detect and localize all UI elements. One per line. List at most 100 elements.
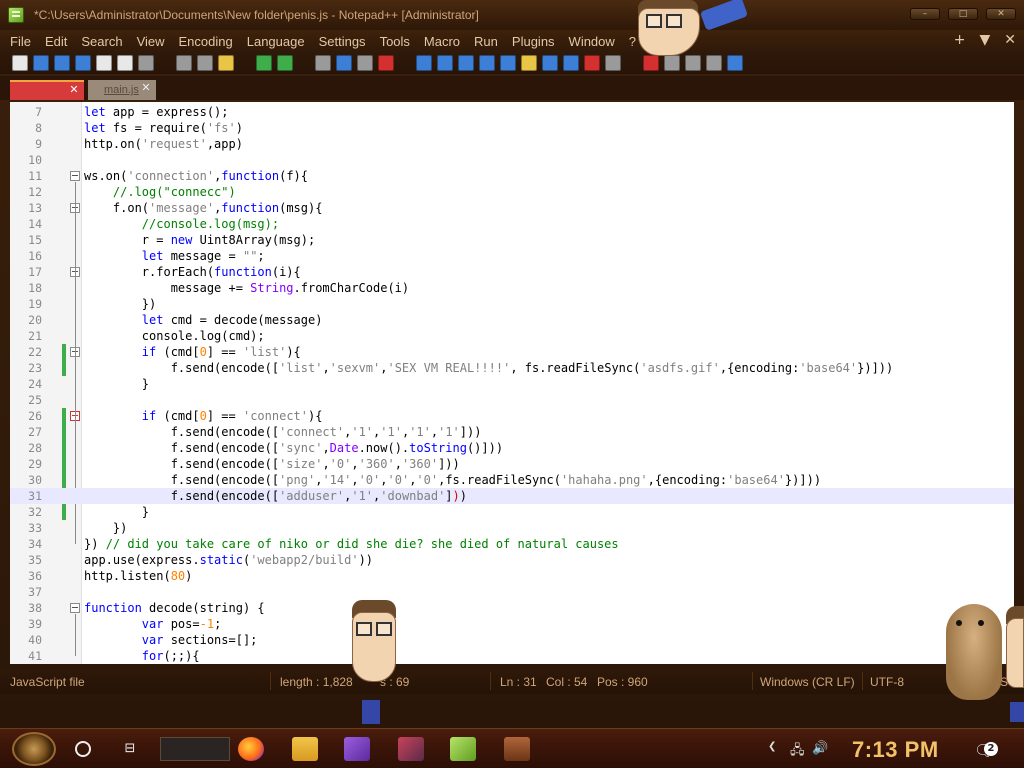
maximize-button[interactable]: □: [948, 8, 978, 20]
notepad-plus-plus-taskbar-icon[interactable]: [450, 737, 476, 761]
code-line[interactable]: 34}) // did you take care of niko or did…: [10, 536, 1014, 552]
visual-studio-icon[interactable]: [344, 737, 370, 761]
code-line[interactable]: 37: [10, 584, 1014, 600]
code-line[interactable]: 19 }): [10, 296, 1014, 312]
menu-macro[interactable]: Macro: [424, 34, 460, 49]
menu-settings[interactable]: Settings: [319, 34, 366, 49]
code-line[interactable]: 24 }: [10, 376, 1014, 392]
code-line[interactable]: 12 //.log("connecc"): [10, 184, 1014, 200]
folder-workspace-icon[interactable]: [584, 55, 600, 71]
doc-map-icon[interactable]: [542, 55, 558, 71]
game-app-icon[interactable]: [398, 737, 424, 761]
minimize-button[interactable]: –: [910, 8, 940, 20]
menu-search[interactable]: Search: [81, 34, 122, 49]
code-line[interactable]: 29 f.send(encode(['size','0','360','360'…: [10, 456, 1014, 472]
code-line[interactable]: 38 function decode(string) {: [10, 600, 1014, 616]
calculator-app-icon[interactable]: [504, 737, 530, 761]
copy-icon[interactable]: [197, 55, 213, 71]
tab-list-button[interactable]: ▼: [979, 32, 990, 48]
code-line[interactable]: 15 r = new Uint8Array(msg);: [10, 232, 1014, 248]
redo-icon[interactable]: [277, 55, 293, 71]
code-line[interactable]: 16 let message = "";: [10, 248, 1014, 264]
sync-h-icon[interactable]: [437, 55, 453, 71]
replace-icon[interactable]: [336, 55, 352, 71]
menu-file[interactable]: File: [10, 34, 31, 49]
code-line[interactable]: 10: [10, 152, 1014, 168]
sync-v-icon[interactable]: [416, 55, 432, 71]
tab-close-icon[interactable]: ✕: [68, 85, 80, 97]
new-tab-button[interactable]: +: [954, 32, 966, 48]
code-line[interactable]: 7 let app = express();: [10, 104, 1014, 120]
code-line[interactable]: 18 message += String.fromCharCode(i): [10, 280, 1014, 296]
code-line[interactable]: 17 r.forEach(function(i){: [10, 264, 1014, 280]
menu-view[interactable]: View: [137, 34, 165, 49]
close-button[interactable]: ✕: [986, 8, 1016, 20]
firefox-icon[interactable]: [238, 737, 264, 761]
cut-icon[interactable]: [176, 55, 192, 71]
menu-edit[interactable]: Edit: [45, 34, 67, 49]
code-line[interactable]: 33 }): [10, 520, 1014, 536]
code-line[interactable]: 14 //console.log(msg);: [10, 216, 1014, 232]
tray-expand-icon[interactable]: ❮: [768, 741, 776, 752]
close-icon[interactable]: [96, 55, 112, 71]
udl-icon[interactable]: [521, 55, 537, 71]
paste-icon[interactable]: [218, 55, 234, 71]
code-line[interactable]: 31 f.send(encode(['adduser','1','downbad…: [10, 488, 1014, 504]
code-line[interactable]: 41 for(;;){: [10, 648, 1014, 664]
zoom-out-icon[interactable]: [378, 55, 394, 71]
menu-language[interactable]: Language: [247, 34, 305, 49]
code-line[interactable]: 32 }: [10, 504, 1014, 520]
taskbar-clock[interactable]: 7:13 PM: [852, 737, 939, 763]
code-line[interactable]: 20 let cmd = decode(message): [10, 312, 1014, 328]
undo-icon[interactable]: [256, 55, 272, 71]
code-line[interactable]: 11 ws.on('connection',function(f){: [10, 168, 1014, 184]
code-line[interactable]: 35 app.use(express.static('webapp2/build'…: [10, 552, 1014, 568]
print-icon[interactable]: [138, 55, 154, 71]
menu-tools[interactable]: Tools: [380, 34, 410, 49]
code-line[interactable]: 13 f.on('message',function(msg){: [10, 200, 1014, 216]
tab-close-icon[interactable]: ✕: [140, 83, 152, 95]
code-line[interactable]: 30 f.send(encode(['png','14','0','0','0'…: [10, 472, 1014, 488]
new-file-icon[interactable]: [12, 55, 28, 71]
code-line[interactable]: 39 var pos=-1;: [10, 616, 1014, 632]
monitor-icon[interactable]: [605, 55, 621, 71]
status-encoding[interactable]: UTF-8: [870, 675, 904, 689]
code-line[interactable]: 21 console.log(cmd);: [10, 328, 1014, 344]
find-icon[interactable]: [315, 55, 331, 71]
save-all-icon[interactable]: [75, 55, 91, 71]
function-list-icon[interactable]: [563, 55, 579, 71]
indent-guide-icon[interactable]: [500, 55, 516, 71]
zoom-in-icon[interactable]: [357, 55, 373, 71]
open-file-icon[interactable]: [33, 55, 49, 71]
title-bar[interactable]: *C:\Users\Administrator\Documents\New fo…: [0, 0, 1024, 30]
code-line[interactable]: 23 f.send(encode(['list','sexvm','SEX VM…: [10, 360, 1014, 376]
tab-main-js[interactable]: main.js ✕: [88, 80, 156, 100]
start-button[interactable]: [12, 732, 56, 766]
code-editor[interactable]: 7 let app = express(); 8 let fs = require('…: [10, 102, 1014, 664]
code-line[interactable]: 25: [10, 392, 1014, 408]
code-line[interactable]: 22 if (cmd[0] == 'list'){: [10, 344, 1014, 360]
code-line[interactable]: 36 http.listen(80): [10, 568, 1014, 584]
cortana-icon[interactable]: [75, 741, 91, 757]
tab-penis-js[interactable]: ✕: [10, 80, 84, 100]
menu-encoding[interactable]: Encoding: [179, 34, 233, 49]
all-chars-icon[interactable]: [479, 55, 495, 71]
code-line[interactable]: 26 if (cmd[0] == 'connect'){: [10, 408, 1014, 424]
code-line[interactable]: 28 f.send(encode(['sync',Date.now().toSt…: [10, 440, 1014, 456]
menu-run[interactable]: Run: [474, 34, 498, 49]
code-line[interactable]: 9 http.on('request',app): [10, 136, 1014, 152]
code-line[interactable]: 27 f.send(encode(['connect','1','1','1',…: [10, 424, 1014, 440]
status-eol[interactable]: Windows (CR LF): [760, 675, 855, 689]
volume-icon[interactable]: 🔊: [812, 741, 828, 756]
taskbar-search-box[interactable]: [160, 737, 230, 761]
file-explorer-icon[interactable]: [292, 737, 318, 761]
menu-window[interactable]: Window: [569, 34, 615, 49]
code-line[interactable]: 8 let fs = require('fs'): [10, 120, 1014, 136]
menu-plugins[interactable]: Plugins: [512, 34, 555, 49]
save-icon[interactable]: [54, 55, 70, 71]
task-view-icon[interactable]: ⊟: [121, 741, 139, 757]
code-line[interactable]: 40 var sections=[];: [10, 632, 1014, 648]
network-icon[interactable]: 🖧: [790, 741, 805, 763]
close-doc-button[interactable]: ✕: [1004, 32, 1016, 48]
close-all-icon[interactable]: [117, 55, 133, 71]
